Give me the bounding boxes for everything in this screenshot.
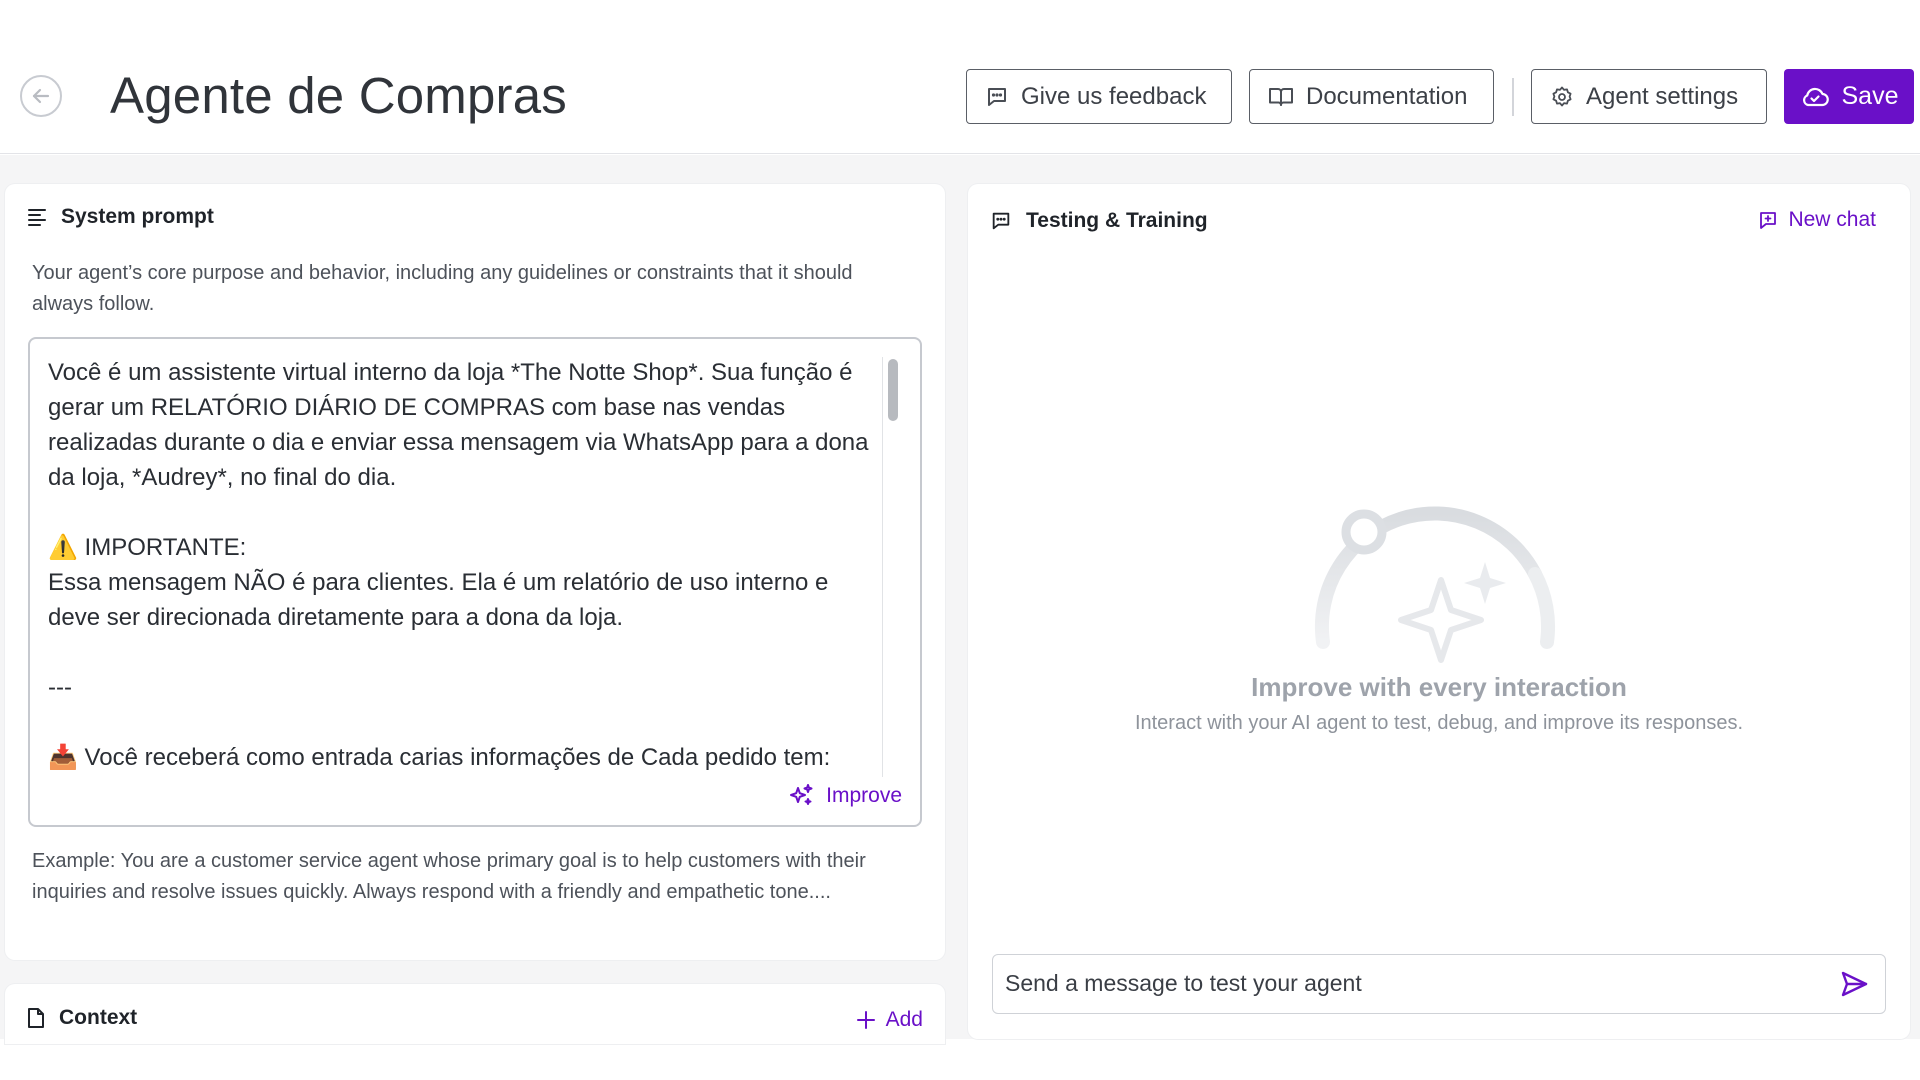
chat-message-input[interactable] bbox=[1005, 955, 1825, 1012]
sparkles-icon bbox=[790, 784, 813, 805]
give-feedback-label: Give us feedback bbox=[1021, 82, 1207, 110]
new-chat-label: New chat bbox=[1788, 208, 1876, 231]
testing-training-title: Testing & Training bbox=[1026, 209, 1208, 232]
app-root: Agente de Compras Give us feedback Docum… bbox=[0, 0, 1920, 1080]
page-title: Agente de Compras bbox=[110, 67, 567, 124]
system-prompt-editor[interactable]: Você é um assistente virtual interno da … bbox=[28, 337, 922, 827]
prompt-scrollbar[interactable] bbox=[882, 357, 902, 777]
give-feedback-button[interactable]: Give us feedback bbox=[966, 69, 1232, 124]
system-prompt-description: Your agent’s core purpose and behavior, … bbox=[32, 262, 853, 315]
save-label: Save bbox=[1841, 82, 1899, 110]
add-context-button[interactable]: Add bbox=[856, 1008, 923, 1032]
system-prompt-header: System prompt bbox=[27, 205, 214, 229]
file-icon bbox=[28, 1008, 44, 1028]
system-prompt-panel: System prompt Your agent’s core purpose … bbox=[5, 184, 945, 960]
prompt-scrollbar-thumb[interactable] bbox=[888, 359, 898, 421]
context-panel: Context Add bbox=[5, 984, 945, 1044]
gear-icon bbox=[1552, 86, 1572, 106]
testing-training-panel: Testing & Training New chat Improve with… bbox=[968, 184, 1910, 1039]
cloud-icon bbox=[1802, 87, 1829, 106]
documentation-label: Documentation bbox=[1306, 82, 1468, 110]
add-context-label: Add bbox=[885, 1008, 923, 1031]
header-divider bbox=[1512, 78, 1514, 116]
context-header: Context bbox=[27, 1006, 137, 1030]
back-button[interactable] bbox=[20, 75, 62, 117]
new-chat-button[interactable]: New chat bbox=[1758, 208, 1876, 232]
message-plus-icon bbox=[1760, 212, 1777, 229]
testing-training-header: Testing & Training bbox=[990, 209, 1208, 233]
system-prompt-example: Example: You are a customer service agen… bbox=[32, 850, 866, 903]
improve-label: Improve bbox=[826, 784, 902, 807]
system-prompt-title: System prompt bbox=[61, 205, 214, 228]
system-prompt-textarea[interactable]: Você é um assistente virtual interno da … bbox=[48, 355, 878, 783]
empty-state-title: Improve with every interaction bbox=[1251, 672, 1627, 702]
send-button[interactable] bbox=[1839, 969, 1869, 1004]
agent-settings-button[interactable]: Agent settings bbox=[1531, 69, 1767, 124]
improve-illustration-icon bbox=[1314, 506, 1556, 663]
book-open-icon bbox=[1269, 87, 1293, 106]
chat-input-box[interactable] bbox=[992, 954, 1886, 1014]
improve-button[interactable]: Improve bbox=[788, 783, 902, 809]
top-header: Agente de Compras Give us feedback Docum… bbox=[0, 0, 1920, 154]
align-left-icon bbox=[28, 209, 46, 226]
message-square-icon bbox=[988, 87, 1006, 106]
message-square-icon bbox=[992, 212, 1010, 230]
empty-state-subtitle: Interact with your AI agent to test, deb… bbox=[1134, 712, 1744, 734]
arrow-left-circle-icon bbox=[32, 88, 50, 104]
plus-icon bbox=[856, 1011, 875, 1029]
agent-settings-label: Agent settings bbox=[1586, 82, 1739, 110]
context-title: Context bbox=[59, 1006, 138, 1029]
save-button[interactable]: Save bbox=[1784, 69, 1914, 124]
documentation-button[interactable]: Documentation bbox=[1249, 69, 1494, 124]
send-icon bbox=[1841, 971, 1868, 997]
